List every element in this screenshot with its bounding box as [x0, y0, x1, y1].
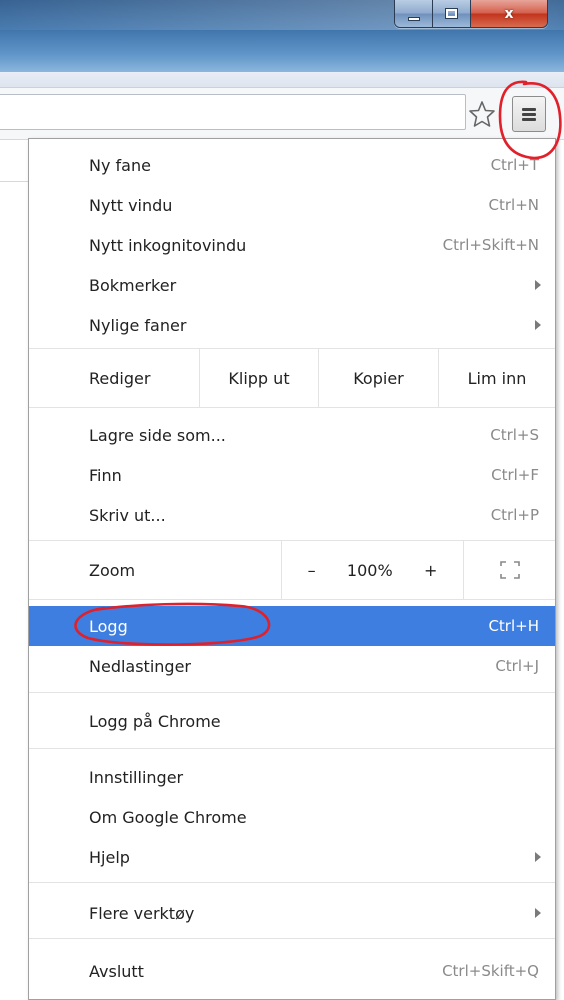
- submenu-arrow-icon: [535, 908, 541, 918]
- menu-separator: [29, 748, 555, 749]
- menu-separator: [29, 407, 555, 408]
- chrome-main-menu: Ny fane Ctrl+T Nytt vindu Ctrl+N Nytt in…: [28, 138, 556, 1000]
- menu-item-shortcut: Ctrl+H: [488, 617, 539, 635]
- hamburger-menu-icon: [522, 106, 536, 123]
- menu-item-shortcut: Ctrl+N: [488, 196, 539, 214]
- menu-item-label: Avslutt: [89, 961, 144, 981]
- fullscreen-icon: [499, 561, 520, 579]
- omnibox[interactable]: [0, 94, 466, 130]
- menu-item-label: Lagre side som...: [89, 425, 226, 445]
- menu-item-shortcut: Ctrl+F: [491, 466, 539, 484]
- zoom-level: 100%: [346, 560, 393, 580]
- menu-separator: [29, 938, 555, 939]
- window-title-bar: x: [0, 0, 564, 72]
- zoom-in-button[interactable]: +: [424, 561, 437, 580]
- menu-item-exit[interactable]: Avslutt Ctrl+Skift+Q: [29, 951, 555, 991]
- menu-item-label: Logg: [89, 616, 128, 636]
- menu-item-shortcut: Ctrl+Skift+N: [442, 236, 539, 254]
- menu-item-recent-tabs[interactable]: Nylige faner: [29, 305, 555, 345]
- tab-strip: [0, 72, 564, 88]
- edit-row-label: Rediger: [89, 368, 151, 388]
- bookmark-star-icon[interactable]: [468, 100, 496, 128]
- menu-item-label: Bokmerker: [89, 275, 177, 295]
- submenu-arrow-icon: [535, 280, 541, 290]
- menu-item-shortcut: Ctrl+Skift+Q: [442, 962, 539, 980]
- menu-item-label: Nytt inkognitovindu: [89, 235, 247, 255]
- menu-item-label: Flere verktøy: [89, 903, 195, 923]
- fullscreen-button[interactable]: [463, 541, 555, 599]
- zoom-out-button[interactable]: –: [308, 561, 316, 580]
- minimize-icon: [407, 16, 420, 21]
- menu-separator: [29, 692, 555, 693]
- menu-item-more-tools[interactable]: Flere verktøy: [29, 893, 555, 933]
- menu-item-about-chrome[interactable]: Om Google Chrome: [29, 797, 555, 837]
- menu-item-save-page-as[interactable]: Lagre side som... Ctrl+S: [29, 415, 555, 455]
- menu-item-help[interactable]: Hjelp: [29, 837, 555, 877]
- submenu-arrow-icon: [535, 320, 541, 330]
- menu-separator: [29, 882, 555, 883]
- maximize-icon: [445, 8, 458, 19]
- menu-item-label: Skriv ut...: [89, 505, 166, 525]
- zoom-controls: – 100% +: [281, 541, 463, 599]
- menu-item-new-incognito-window[interactable]: Nytt inkognitovindu Ctrl+Skift+N: [29, 225, 555, 265]
- menu-item-downloads[interactable]: Nedlastinger Ctrl+J: [29, 646, 555, 686]
- zoom-row: Zoom – 100% +: [29, 541, 555, 599]
- menu-item-new-window[interactable]: Nytt vindu Ctrl+N: [29, 185, 555, 225]
- page-area: [0, 140, 28, 182]
- menu-item-print[interactable]: Skriv ut... Ctrl+P: [29, 495, 555, 535]
- copy-button[interactable]: Kopier: [318, 349, 438, 407]
- menu-item-shortcut: Ctrl+J: [495, 657, 539, 675]
- menu-item-bookmarks[interactable]: Bokmerker: [29, 265, 555, 305]
- menu-item-label: Nytt vindu: [89, 195, 173, 215]
- chrome-menu-button[interactable]: [512, 96, 546, 132]
- menu-item-label: Finn: [89, 465, 122, 485]
- menu-item-label: Logg på Chrome: [89, 711, 221, 731]
- menu-item-new-tab[interactable]: Ny fane Ctrl+T: [29, 145, 555, 185]
- maximize-button[interactable]: [433, 0, 471, 27]
- menu-item-history[interactable]: Logg Ctrl+H: [29, 606, 555, 646]
- close-button[interactable]: x: [471, 0, 547, 27]
- menu-item-shortcut: Ctrl+S: [490, 426, 539, 444]
- minimize-button[interactable]: [395, 0, 433, 27]
- cut-button[interactable]: Klipp ut: [199, 349, 318, 407]
- menu-item-settings[interactable]: Innstillinger: [29, 757, 555, 797]
- menu-item-label: Nedlastinger: [89, 656, 191, 676]
- menu-item-sign-in-chrome[interactable]: Logg på Chrome: [29, 701, 555, 741]
- menu-separator: [29, 599, 555, 600]
- paste-button[interactable]: Lim inn: [438, 349, 555, 407]
- window-controls: x: [394, 0, 548, 28]
- menu-item-shortcut: Ctrl+P: [490, 506, 539, 524]
- menu-item-label: Ny fane: [89, 155, 151, 175]
- submenu-arrow-icon: [535, 852, 541, 862]
- menu-item-label: Innstillinger: [89, 767, 184, 787]
- close-icon: x: [504, 5, 514, 22]
- edit-row: Rediger Klipp ut Kopier Lim inn: [29, 349, 555, 407]
- menu-item-find[interactable]: Finn Ctrl+F: [29, 455, 555, 495]
- zoom-label: Zoom: [89, 560, 136, 580]
- menu-item-label: Nylige faner: [89, 315, 187, 335]
- menu-item-label: Om Google Chrome: [89, 807, 247, 827]
- menu-item-shortcut: Ctrl+T: [490, 156, 539, 174]
- menu-item-label: Hjelp: [89, 847, 130, 867]
